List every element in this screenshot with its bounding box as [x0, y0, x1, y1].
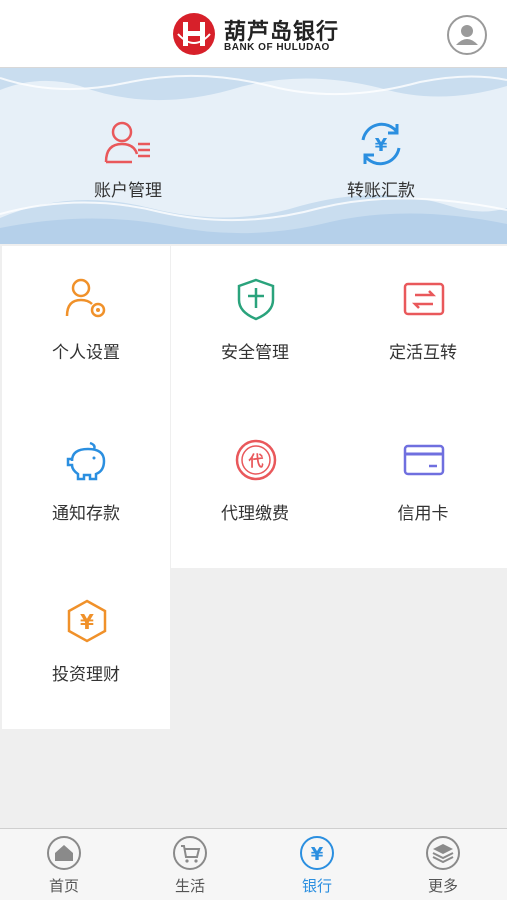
personal-settings-label: 个人设置	[52, 343, 120, 363]
account-management-button[interactable]: 账户管理	[58, 118, 198, 218]
header: 葫芦岛银行 BANK OF HULUDAO	[0, 0, 507, 68]
account-manage-icon	[104, 121, 150, 164]
svg-text:¥: ¥	[80, 610, 94, 634]
transfer-button[interactable]: ¥ 转账汇款	[311, 118, 451, 218]
credit-card-button[interactable]: 信用卡	[339, 407, 507, 568]
logo-english-name: BANK OF HULUDAO	[224, 42, 330, 53]
security-management-label: 安全管理	[221, 343, 289, 363]
svg-text:¥: ¥	[311, 844, 324, 865]
bank-logo: 葫芦岛银行 BANK OF HULUDAO	[172, 12, 342, 58]
yuan-icon: ¥	[300, 836, 334, 870]
credit-card-icon	[403, 444, 445, 476]
tab-life-label: 生活	[174, 877, 205, 895]
tab-bank[interactable]: ¥ 银行	[267, 835, 367, 897]
cart-icon	[173, 836, 207, 870]
notice-deposit-label: 通知存款	[52, 504, 120, 524]
piggy-bank-icon	[66, 441, 106, 481]
agent-payment-button[interactable]: 代 代理缴费	[171, 407, 339, 568]
bottom-tab-bar: 首页 生活 ¥ 银行 更多	[0, 828, 507, 900]
tab-life[interactable]: 生活	[140, 835, 240, 897]
personal-settings-button[interactable]: 个人设置	[2, 246, 170, 407]
shield-icon	[237, 278, 275, 321]
tab-more[interactable]: 更多	[393, 835, 493, 897]
personal-settings-icon	[65, 278, 106, 318]
layers-icon	[426, 836, 460, 870]
tab-home[interactable]: 首页	[14, 835, 114, 897]
transfer-label: 转账汇款	[347, 181, 415, 201]
banner: 账户管理 ¥ 转账汇款	[0, 68, 507, 244]
home-icon	[47, 836, 81, 870]
security-management-button[interactable]: 安全管理	[171, 246, 339, 407]
tab-more-label: 更多	[427, 877, 458, 895]
credit-card-label: 信用卡	[397, 504, 449, 524]
exchange-icon	[403, 282, 445, 316]
transfer-icon: ¥	[361, 122, 401, 166]
user-avatar-button[interactable]	[447, 15, 487, 55]
fixed-current-exchange-button[interactable]: 定活互转	[339, 246, 507, 407]
agent-payment-icon: 代	[235, 439, 277, 481]
svg-text:代: 代	[247, 452, 263, 470]
user-icon	[456, 25, 478, 45]
svg-text:¥: ¥	[375, 135, 388, 156]
investment-button[interactable]: ¥ 投资理财	[2, 568, 170, 729]
bank-logo-icon	[173, 13, 215, 55]
tab-bank-label: 银行	[301, 877, 332, 895]
investment-icon: ¥	[67, 599, 107, 643]
notice-deposit-button[interactable]: 通知存款	[2, 407, 170, 568]
tab-home-label: 首页	[48, 877, 79, 895]
fixed-current-exchange-label: 定活互转	[389, 343, 457, 363]
agent-payment-label: 代理缴费	[221, 504, 289, 524]
account-management-label: 账户管理	[94, 181, 162, 201]
investment-label: 投资理财	[52, 665, 120, 685]
